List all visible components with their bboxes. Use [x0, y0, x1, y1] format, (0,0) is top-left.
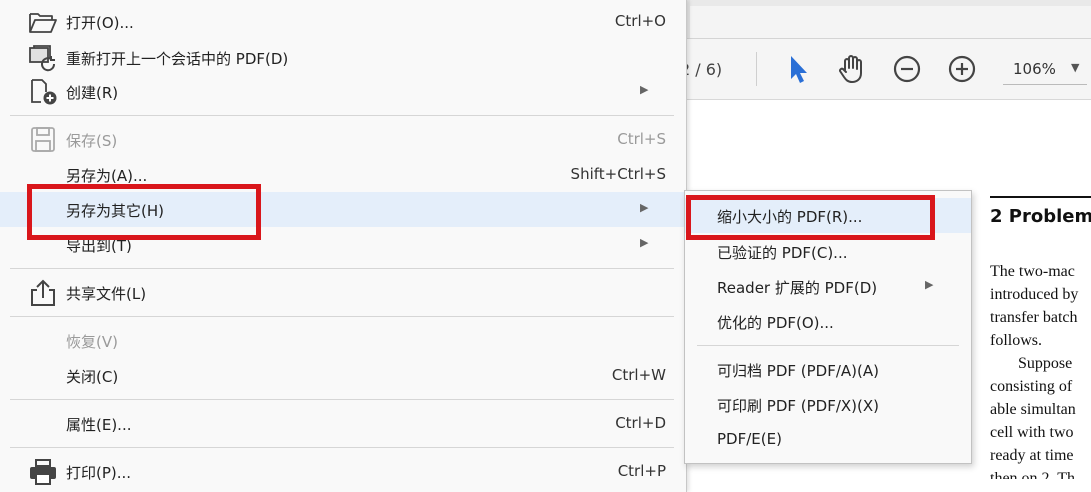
menu-item-label: 另存为(A)...	[66, 167, 148, 185]
menu-item-label: 关闭(C)	[66, 368, 119, 386]
submenu-item-label: 可印刷 PDF (PDF/X)(X)	[717, 397, 879, 415]
select-cursor-icon[interactable]	[782, 52, 816, 86]
document-line: The two-mac	[990, 263, 1075, 280]
printer-icon	[28, 458, 58, 486]
document-text: The two-mac introduced by transfer batch…	[990, 260, 1091, 479]
zoom-out-icon[interactable]	[890, 52, 924, 86]
document-line: cell with two	[990, 424, 1074, 441]
section-rule	[990, 196, 1091, 198]
menu-shortcut: Shift+Ctrl+S	[570, 165, 666, 183]
submenu-item-label: 优化的 PDF(O)...	[717, 314, 834, 332]
menu-item-label: 打开(O)...	[66, 14, 134, 32]
menu-item-label: 打印(P)...	[66, 464, 132, 482]
annotation-box-save-as-other	[27, 184, 261, 240]
chevron-down-icon: ▼	[1071, 61, 1080, 74]
submenu-separator	[697, 345, 959, 346]
menu-separator	[10, 399, 674, 400]
zoom-value: 106%	[1013, 60, 1056, 78]
document-line: follows.	[990, 332, 1042, 349]
menu-item-share[interactable]: 共享文件(L)	[0, 275, 686, 310]
submenu-item-label: 可归档 PDF (PDF/A)(A)	[717, 362, 879, 380]
share-icon	[28, 279, 58, 307]
section-heading: 2 Problem	[990, 206, 1091, 227]
document-line: transfer batch	[990, 309, 1078, 326]
menu-item-label: 保存(S)	[66, 132, 118, 150]
file-menu: 打开(O)... Ctrl+O 重新打开上一个会话中的 PDF(D) 创建(R)…	[0, 0, 687, 492]
submenu-item-label: Reader 扩展的 PDF(D)	[717, 279, 878, 297]
zoom-dropdown[interactable]: 106% ▼	[1003, 54, 1087, 85]
submenu-item-pdf-x[interactable]: 可印刷 PDF (PDF/X)(X)	[685, 387, 971, 422]
menu-item-label: 创建(R)	[66, 84, 119, 102]
tab-strip-empty	[690, 6, 1091, 38]
submenu-arrow-icon: ▶	[925, 278, 934, 291]
hand-tool-icon[interactable]	[835, 52, 869, 86]
submenu-arrow-icon: ▶	[640, 236, 649, 249]
menu-shortcut: Ctrl+P	[617, 462, 666, 480]
menu-item-properties[interactable]: 属性(E)... Ctrl+D	[0, 406, 686, 441]
menu-item-label: 恢复(V)	[66, 333, 118, 351]
submenu-arrow-icon: ▶	[640, 201, 649, 214]
reopen-pdf-icon	[28, 44, 58, 72]
menu-separator	[10, 447, 674, 448]
menu-item-print[interactable]: 打印(P)... Ctrl+P	[0, 454, 686, 489]
menu-separator	[10, 115, 674, 116]
menu-item-label: 共享文件(L)	[66, 285, 147, 303]
menu-item-reopen[interactable]: 重新打开上一个会话中的 PDF(D)	[0, 40, 686, 75]
folder-open-icon	[28, 8, 58, 36]
document-line: introduced by	[990, 286, 1079, 303]
toolbar-divider	[756, 52, 757, 86]
menu-separator	[10, 316, 674, 317]
document-line: able simultan	[990, 401, 1076, 418]
submenu-item-reader-extended-pdf[interactable]: Reader 扩展的 PDF(D) ▶	[685, 269, 971, 304]
menu-item-label: 重新打开上一个会话中的 PDF(D)	[66, 50, 289, 68]
create-pdf-icon	[28, 78, 58, 106]
menu-item-close[interactable]: 关闭(C) Ctrl+W	[0, 358, 686, 393]
submenu-arrow-icon: ▶	[640, 83, 649, 96]
menu-item-open[interactable]: 打开(O)... Ctrl+O	[0, 4, 686, 39]
menu-item-label: 属性(E)...	[66, 416, 132, 434]
menu-separator	[10, 268, 674, 269]
annotation-box-reduced-size-pdf	[686, 195, 935, 240]
save-icon	[28, 126, 58, 154]
menu-shortcut: Ctrl+O	[614, 12, 666, 30]
menu-shortcut: Ctrl+D	[615, 414, 666, 432]
menu-item-revert[interactable]: 恢复(V)	[0, 323, 686, 358]
document-line: consisting of	[990, 378, 1073, 395]
submenu-item-pdf-e[interactable]: PDF/E(E)	[685, 422, 971, 457]
document-line: Suppose	[1018, 355, 1073, 372]
submenu-item-optimized-pdf[interactable]: 优化的 PDF(O)...	[685, 304, 971, 339]
submenu-item-pdf-a[interactable]: 可归档 PDF (PDF/A)(A)	[685, 352, 971, 387]
document-line: then on 2. Th	[990, 470, 1076, 479]
menu-item-save[interactable]: 保存(S) Ctrl+S	[0, 122, 686, 157]
menu-shortcut: Ctrl+S	[617, 130, 666, 148]
submenu-item-label: PDF/E(E)	[717, 430, 782, 448]
submenu-item-label: 已验证的 PDF(C)...	[717, 244, 848, 262]
menu-item-create[interactable]: 创建(R) ▶	[0, 74, 686, 109]
document-line: ready at time	[990, 447, 1074, 464]
menu-shortcut: Ctrl+W	[611, 366, 666, 384]
zoom-in-icon[interactable]	[945, 52, 979, 86]
